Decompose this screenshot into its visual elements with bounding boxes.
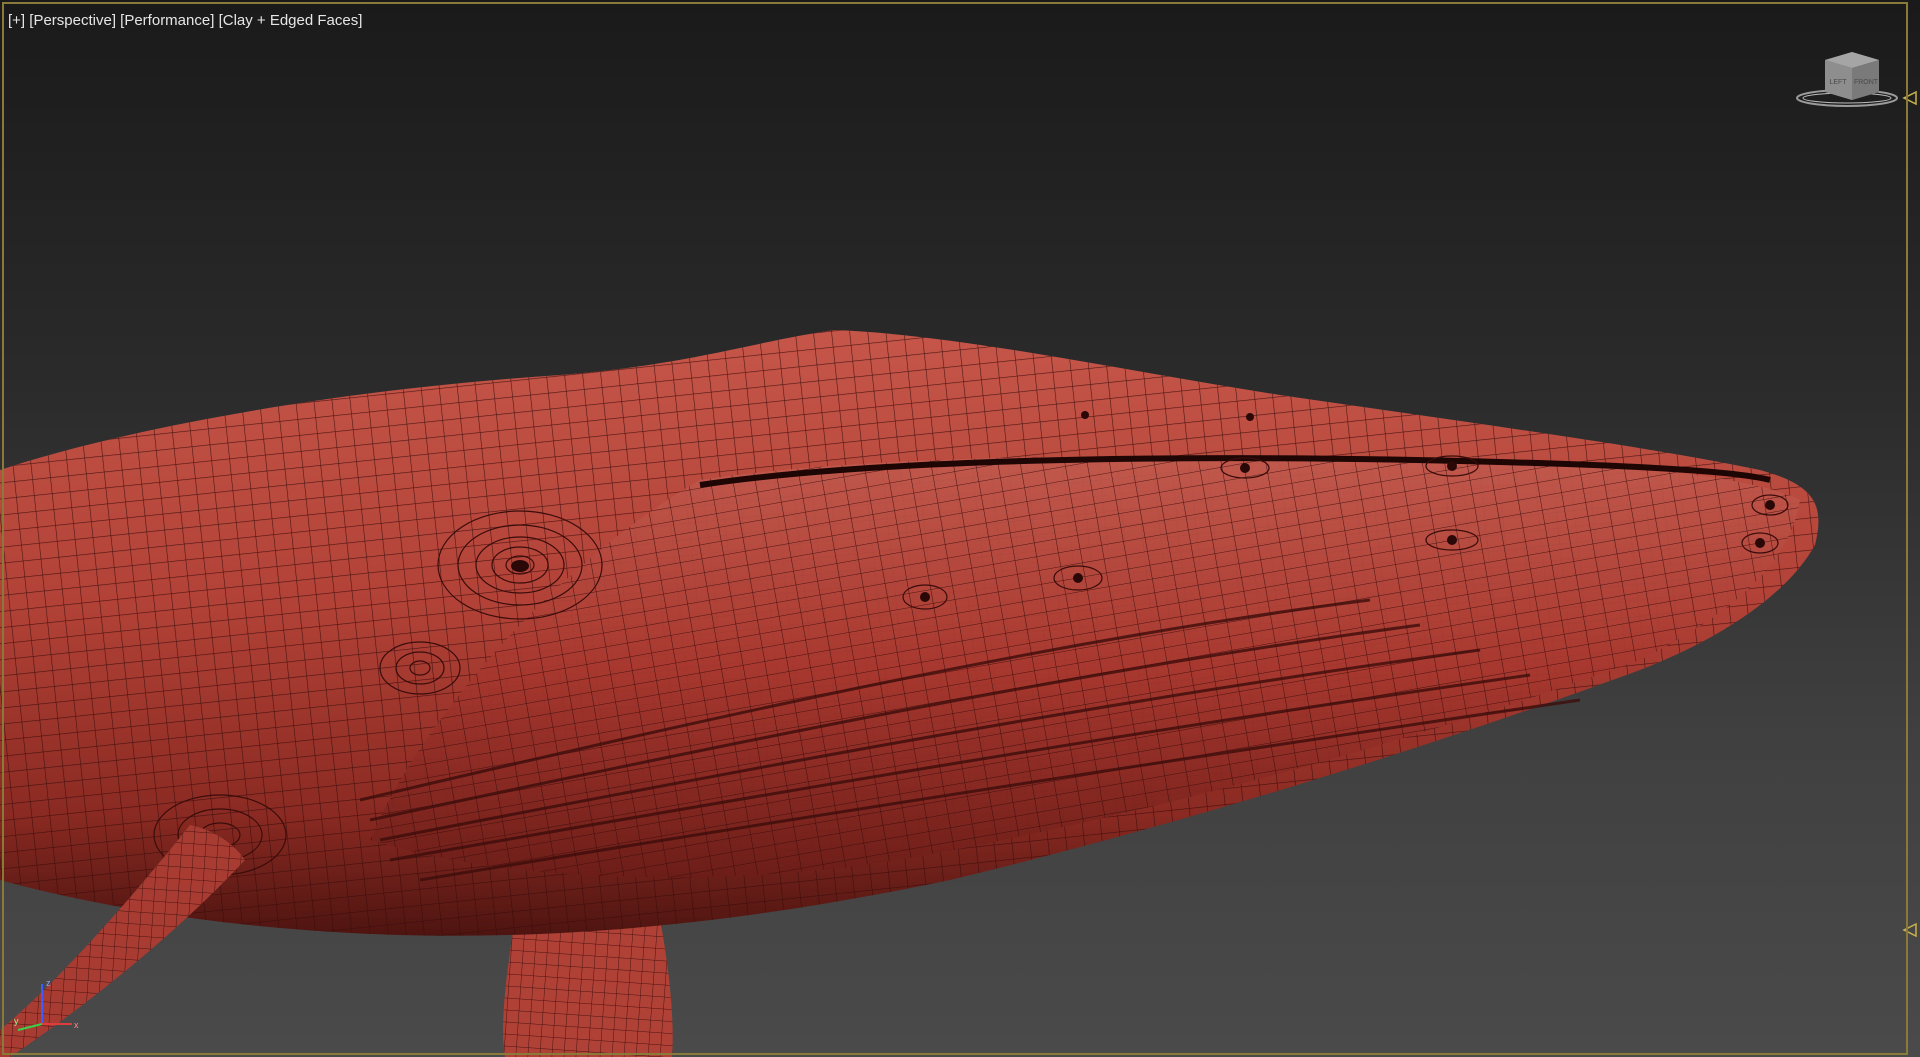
whale-eye (511, 560, 529, 572)
svg-text:y: y (14, 1016, 19, 1026)
viewport-menu-shading[interactable]: [Clay + Edged Faces] (219, 12, 363, 29)
axis-tripod-icon: z x y (14, 978, 79, 1031)
viewport-edge-marker-top-icon[interactable] (1902, 90, 1918, 106)
viewport-label: [+] [Perspective] [Performance] [Clay + … (8, 12, 362, 29)
svg-text:z: z (46, 978, 51, 988)
viewport-menu-plus[interactable]: [+] (8, 12, 25, 29)
viewcube-face-left: LEFT (1829, 79, 1847, 86)
viewport-menu-perspective[interactable]: [Perspective] (29, 12, 116, 29)
lower-fin (503, 920, 673, 1057)
viewcube-icon[interactable]: LEFT FRONT (1792, 48, 1902, 112)
whale-mesh[interactable] (0, 0, 1920, 1057)
viewcube-face-front: FRONT (1854, 79, 1879, 86)
viewport-menu-performance[interactable]: [Performance] (120, 12, 214, 29)
perspective-viewport[interactable]: [+] [Perspective] [Performance] [Clay + … (0, 0, 1920, 1057)
viewport-edge-marker-bottom-icon[interactable] (1902, 922, 1918, 938)
svg-text:x: x (74, 1020, 79, 1030)
